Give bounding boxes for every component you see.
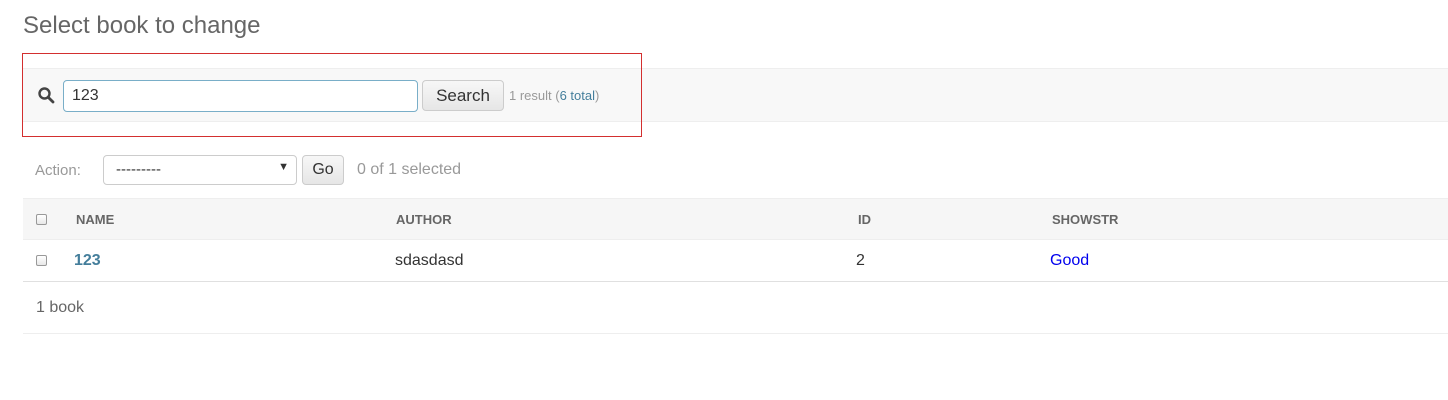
name-cell: 123 — [74, 240, 101, 281]
select-all-checkbox[interactable] — [36, 213, 47, 225]
showstr-cell: Good — [1050, 240, 1089, 281]
column-header-name[interactable]: NAME — [76, 199, 114, 239]
column-header-showstr-label: SHOWSTR — [1052, 211, 1119, 227]
select-all-cell — [36, 199, 47, 239]
paginator: 1 book — [23, 282, 1448, 334]
result-count: 1 result (6 total) — [509, 88, 599, 103]
search-icon — [38, 87, 55, 104]
table-row: 123 sdasdasd 2 Good — [23, 240, 1448, 282]
row-select-checkbox[interactable] — [36, 255, 47, 266]
showstr-value: Good — [1050, 251, 1090, 269]
id-cell: 2 — [856, 240, 865, 281]
table-header: NAME AUTHOR ID SHOWSTR — [23, 198, 1448, 240]
column-header-showstr[interactable]: SHOWSTR — [1052, 199, 1118, 239]
show-all-link[interactable]: 6 total — [560, 88, 595, 103]
column-header-name-label: NAME — [76, 211, 115, 227]
search-button[interactable]: Search — [422, 80, 504, 111]
action-select[interactable]: --------- ▼ — [103, 155, 297, 185]
book-name-link[interactable]: 123 — [74, 252, 101, 270]
author-cell: sdasdasd — [395, 240, 464, 281]
result-close: ) — [595, 88, 600, 103]
paginator-count: 1 book — [36, 299, 85, 316]
action-select-value: --------- — [116, 161, 161, 178]
column-header-author-label: AUTHOR — [396, 211, 452, 227]
column-header-author[interactable]: AUTHOR — [396, 199, 452, 239]
author-value: sdasdasd — [395, 251, 464, 269]
id-value: 2 — [856, 251, 865, 269]
column-header-id[interactable]: ID — [858, 199, 871, 239]
dropdown-arrow-icon: ▼ — [278, 161, 289, 173]
go-button[interactable]: Go — [302, 155, 344, 185]
page-title: Select book to change — [23, 12, 261, 39]
result-text: 1 result ( — [509, 88, 560, 103]
selected-count: 0 of 1 selected — [357, 161, 462, 178]
action-label: Action: — [35, 162, 81, 179]
search-input[interactable] — [63, 80, 418, 112]
row-select-cell — [36, 240, 47, 281]
column-header-id-label: ID — [858, 211, 871, 227]
